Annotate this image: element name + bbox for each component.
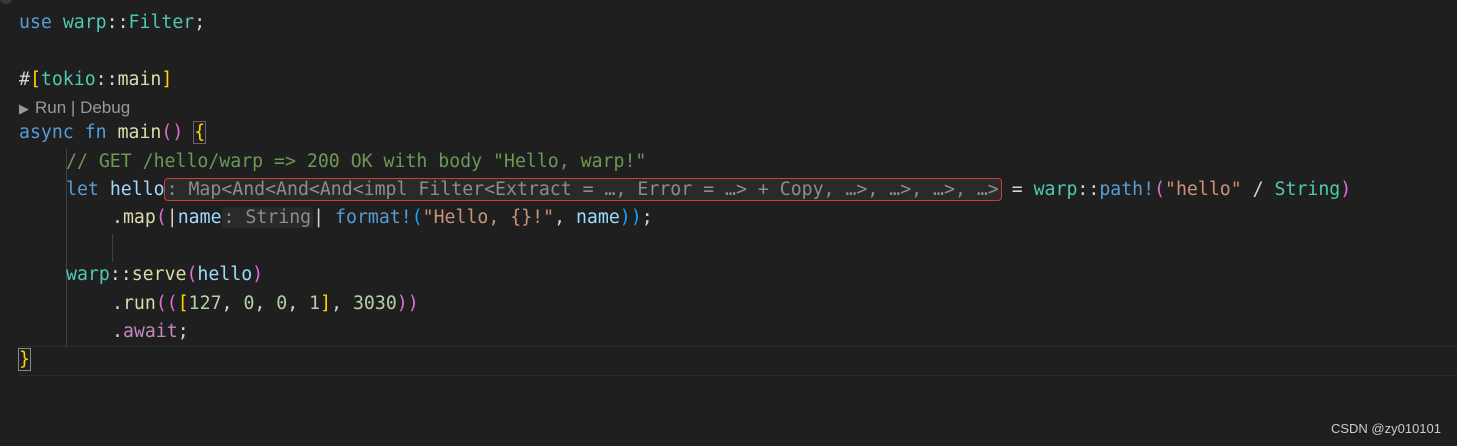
keyword: use [19,12,52,33]
type-name: String [1274,179,1341,200]
code-line-await[interactable]: .await; [112,318,189,346]
code-line-main[interactable]: async fn main() { [19,119,207,147]
tab-edge-icon [0,0,12,4]
code-editor[interactable]: use warp::Filter; #[tokio::main] ▶ Run | … [0,0,1457,446]
paren: ) [252,264,264,285]
paren: )) [396,293,419,314]
namespace: warp [62,12,107,33]
open-brace: { [193,121,207,144]
bracket: [ [29,69,41,90]
code-line-attribute[interactable]: #[tokio::main] [19,66,172,94]
closure-pipe: | [166,207,178,228]
function-name: main [117,69,162,90]
keyword: fn [84,122,107,143]
variable: hello [109,179,165,200]
number-literal: 0 [276,293,288,314]
number-literal: 0 [243,293,255,314]
paren: )) [619,207,642,228]
bracket: ] [320,293,332,314]
comma: , [554,207,566,228]
keyword: let [66,179,99,200]
paren: ) [1340,179,1352,200]
path-separator: :: [1077,179,1100,200]
operator: = [1011,179,1023,200]
keyword: await [122,321,178,342]
type-name: Filter [128,12,195,33]
operator: / [1252,179,1264,200]
code-line-run[interactable]: .run(([127, 0, 0, 1], 3030)) [112,290,419,318]
path-separator: :: [95,69,118,90]
code-line-close[interactable]: } [18,346,31,374]
semicolon: ; [194,12,206,33]
code-line-map[interactable]: .map(|name: String | format!("Hello, {}!"… [112,204,653,232]
codelens-separator: | [70,98,76,117]
param-inlay-hint[interactable]: : String [221,207,314,228]
function-name: serve [131,264,187,285]
string-literal: "Hello, {}!" [422,207,555,228]
paren: ( [186,264,198,285]
method-name: map [122,207,156,228]
dot: . [112,207,123,228]
semicolon: ; [177,321,189,342]
codelens-debug-link[interactable]: Debug [80,98,130,117]
attr-hash: # [19,69,30,90]
method-name: run [122,293,156,314]
macro-name: path! [1099,179,1155,200]
code-line-let[interactable]: let hello: Map<And<And<And<impl Filter<E… [66,176,1351,204]
path-separator: :: [106,12,129,33]
number-literal: 127 [188,293,222,314]
closure-param: name [177,207,222,228]
comment: // GET /hello/warp => 200 OK with body "… [66,151,647,172]
dot: . [112,321,123,342]
comma: , [331,293,343,314]
namespace: warp [1033,179,1078,200]
play-icon: ▶ [19,101,29,116]
variable: name [575,207,620,228]
function-name: main [117,122,162,143]
namespace: tokio [40,69,96,90]
number-literal: 1 [309,293,321,314]
paren: (( [155,293,178,314]
dot: . [112,293,123,314]
paren: ( [411,207,423,228]
semicolon: ; [641,207,653,228]
variable: hello [197,264,253,285]
code-line-comment[interactable]: // GET /hello/warp => 200 OK with body "… [66,148,646,176]
current-line-highlight [19,346,1457,376]
string-literal: "hello" [1165,179,1242,200]
codelens: ▶ Run | Debug [19,95,130,121]
paren: ( [155,207,167,228]
watermark: CSDN @zy010101 [1330,421,1441,436]
closure-pipe: | [313,207,325,228]
code-line-serve[interactable]: warp::serve(hello) [66,261,263,289]
bracket: ] [161,69,173,90]
close-brace: } [18,348,31,371]
bracket: [ [177,293,189,314]
indent-guide [112,234,113,262]
keyword: async [19,122,74,143]
macro-name: format! [335,207,412,228]
namespace: warp [66,264,110,285]
paren: ( [1154,179,1166,200]
codelens-run-link[interactable]: Run [35,98,66,117]
parentheses: () [161,122,184,143]
type-inlay-hint[interactable]: : Map<And<And<And<impl Filter<Extract = … [163,178,1002,201]
path-separator: :: [109,264,132,285]
number-literal: 3030 [352,293,397,314]
code-line-use[interactable]: use warp::Filter; [19,9,205,37]
